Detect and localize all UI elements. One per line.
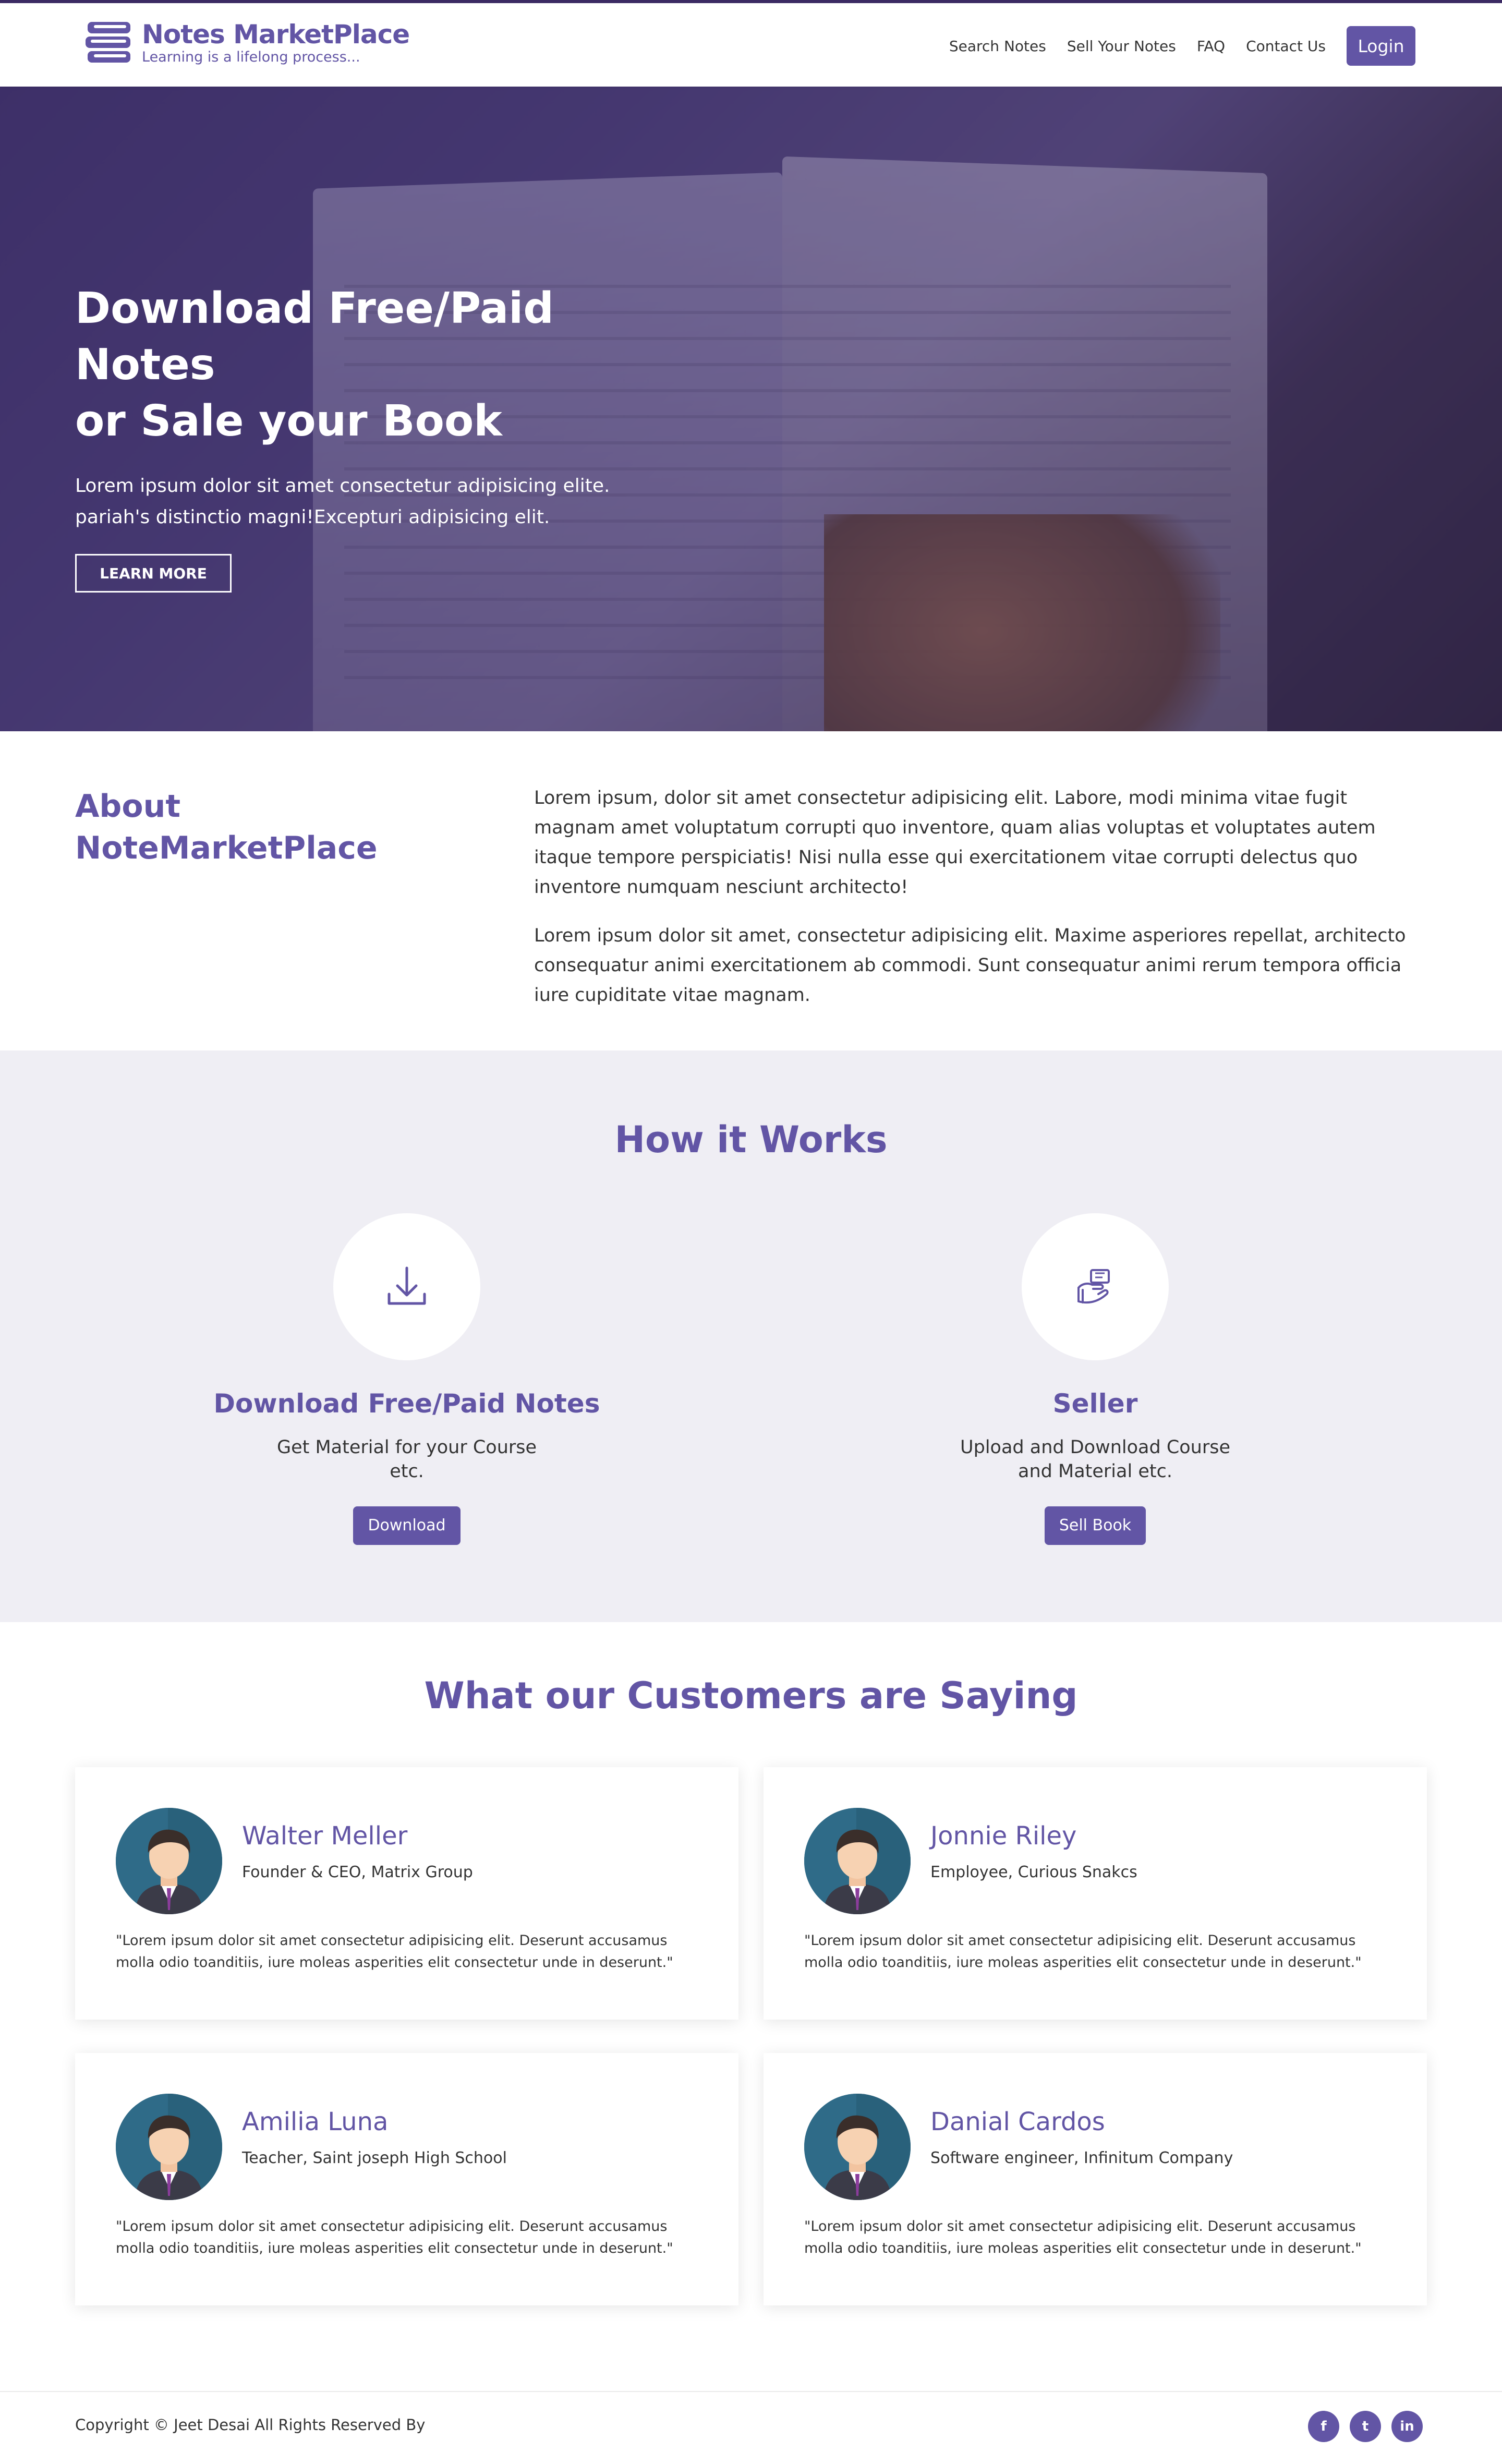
hero-title-line2: or Sale your Book [75,396,502,446]
how-it-works-title: How it Works [614,1118,888,1161]
how-item-description: Get Material for your Course etc. [276,1437,537,1482]
how-icon-circle [1022,1213,1169,1360]
about-body: Lorem ipsum, dolor sit amet consectetur … [534,783,1431,1010]
hero-title-line1: Download Free/Paid Notes [75,284,554,390]
testimonial-role: Software engineer, Infinitum Company [930,2149,1233,2167]
testimonial-card: Danial Cardos Software engineer, Infinit… [764,2053,1427,2305]
testimonial-quote: "Lorem ipsum dolor sit amet consectetur … [804,2218,1362,2256]
learn-more-button[interactable]: LEARN MORE [75,554,232,593]
sell-book-button[interactable]: Sell Book [1044,1506,1146,1545]
navbar: Notes MarketPlace Learning is a lifelong… [0,0,1502,87]
copyright-text: Copyright © Jeet Desai All Rights Reserv… [75,2416,426,2434]
about-title: About NoteMarketPlace [75,786,440,869]
testimonials-title: What our Customers are Saying [424,1674,1078,1717]
login-button[interactable]: Login [1347,26,1415,66]
hero-content: Download Free/Paid Notes or Sale your Bo… [75,281,701,593]
person-avatar-icon [804,2094,911,2200]
nav-faq[interactable]: FAQ [1197,38,1225,55]
how-icon-circle [333,1213,480,1360]
about-paragraph-1: Lorem ipsum, dolor sit amet consectetur … [534,788,1376,898]
about-title-line2: NoteMarketPlace [75,830,378,866]
how-item-seller: Seller Upload and Download Course and Ma… [834,1213,1356,1545]
testimonial-card: Walter Meller Founder & CEO, Matrix Grou… [75,1767,738,2020]
testimonial-card: Amilia Luna Teacher, Saint joseph High S… [75,2053,738,2305]
testimonial-role: Teacher, Saint joseph High School [242,2149,507,2167]
hero-banner: Download Free/Paid Notes or Sale your Bo… [0,87,1502,731]
testimonial-name: Walter Meller [242,1821,408,1851]
testimonial-name: Jonnie Riley [930,1821,1077,1851]
logo[interactable]: Notes MarketPlace Learning is a lifelong… [83,19,410,67]
seller-icon [1077,1269,1110,1304]
books-logo-icon [86,22,130,63]
testimonial-quote: "Lorem ipsum dolor sit amet consectetur … [116,2218,673,2256]
testimonial-card: Jonnie Riley Employee, Curious Snakcs "L… [764,1767,1427,2020]
about-title-line1: About [75,788,181,825]
nav-sell-your-notes[interactable]: Sell Your Notes [1067,38,1176,55]
twitter-icon[interactable]: t [1350,2411,1381,2442]
download-icon [387,1266,426,1305]
testimonial-name: Danial Cardos [930,2107,1105,2136]
testimonial-quote: "Lorem ipsum dolor sit amet consectetur … [116,1932,673,1971]
how-it-works-section: How it Works Download Free/Paid Notes Ge… [0,1050,1502,1622]
nav-search-notes[interactable]: Search Notes [949,38,1046,55]
testimonial-role: Founder & CEO, Matrix Group [242,1863,473,1881]
brand-title: Notes MarketPlace [142,19,410,50]
download-button[interactable]: Download [353,1506,461,1545]
avatar [116,2094,222,2200]
person-avatar-icon [116,1808,222,1914]
brand-tagline: Learning is a lifelong process... [142,49,360,65]
linkedin-icon[interactable]: in [1391,2411,1423,2442]
how-item-description: Upload and Download Course and Material … [960,1437,1231,1482]
hero-title: Download Free/Paid Notes or Sale your Bo… [75,281,701,450]
how-item-download: Download Free/Paid Notes Get Material fo… [146,1213,668,1545]
avatar [804,2094,911,2200]
testimonials-section: What our Customers are Saying Walter Mel… [0,1622,1502,2391]
testimonial-role: Employee, Curious Snakcs [930,1863,1137,1881]
avatar [116,1808,222,1914]
about-paragraph-2: Lorem ipsum dolor sit amet, consectetur … [534,925,1406,1006]
testimonial-name: Amilia Luna [242,2107,389,2136]
about-section: About NoteMarketPlace Lorem ipsum, dolor… [0,731,1502,1050]
avatar [804,1808,911,1914]
social-links: f t in [1298,2411,1423,2442]
hero-description: Lorem ipsum dolor sit amet consectetur a… [75,475,610,528]
logo-text: Notes MarketPlace Learning is a lifelong… [142,19,410,66]
how-item-title: Download Free/Paid Notes [213,1388,600,1419]
footer: Copyright © Jeet Desai All Rights Reserv… [0,2391,1502,2464]
how-item-title: Seller [1052,1388,1138,1419]
person-avatar-icon [116,2094,222,2200]
nav-links: Search Notes Sell Your Notes FAQ Contact… [949,26,1415,66]
testimonial-quote: "Lorem ipsum dolor sit amet consectetur … [804,1932,1362,1971]
person-avatar-icon [804,1808,911,1914]
nav-contact-us[interactable]: Contact Us [1246,38,1326,55]
facebook-icon[interactable]: f [1308,2411,1339,2442]
